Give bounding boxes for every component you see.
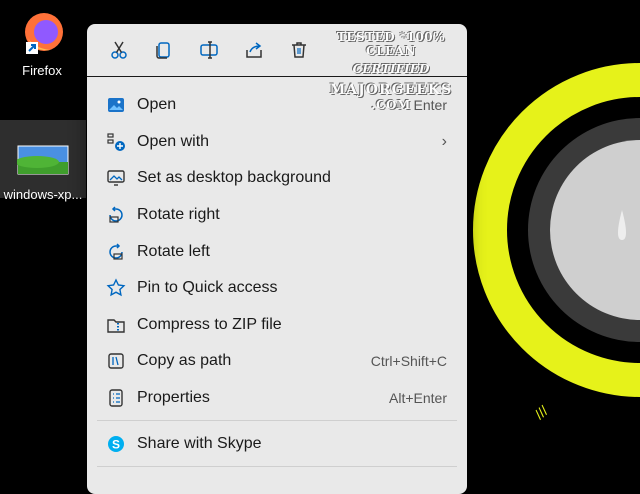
- star-icon: [106, 278, 126, 297]
- rotate-right-icon: [109, 206, 123, 223]
- menu-item-rotate-left[interactable]: Rotate left: [87, 233, 467, 270]
- properties-icon: [109, 389, 123, 407]
- menu-item-shortcut: Ctrl+Shift+C: [370, 353, 447, 370]
- menu-item-label: Pin to Quick access: [137, 279, 278, 297]
- menu-item-rotate-right[interactable]: Rotate right: [87, 197, 467, 234]
- image-file-icon: [15, 145, 69, 175]
- menu-item-label: Copy as path: [137, 352, 232, 370]
- menu-item-compress-zip[interactable]: Compress to ZIP file: [87, 307, 467, 344]
- copy-icon: [156, 42, 170, 59]
- menu-item-open-with[interactable]: Open with ›: [87, 124, 467, 161]
- delete-button[interactable]: [279, 30, 319, 70]
- menu-item-label: Properties: [137, 389, 210, 407]
- watermark-line: MAJORGEEKS: [329, 82, 453, 98]
- watermark: TESTED *100% CLEAN CERTIFIED MAJORGEEKS …: [322, 30, 460, 112]
- chevron-right-icon: ›: [441, 132, 447, 150]
- share-button[interactable]: [234, 30, 274, 70]
- menu-item-set-desktop-background[interactable]: Set as desktop background: [87, 160, 467, 197]
- menu-item-shortcut: Alt+Enter: [389, 390, 447, 407]
- menu-item-properties[interactable]: Properties Alt+Enter: [87, 380, 467, 417]
- rename-button[interactable]: [189, 30, 229, 70]
- desktop-icon-label: windows-xp...: [3, 187, 83, 202]
- desktop-icon-label: Firefox: [22, 63, 62, 78]
- menu-item-label: Share with Skype: [137, 434, 262, 452]
- menu-item-label: Rotate right: [137, 206, 220, 224]
- delete-icon: [292, 42, 306, 58]
- menu-item-label: Compress to ZIP file: [137, 315, 282, 333]
- copy-path-icon: [108, 353, 124, 370]
- watermark-line: CERTIFIED: [352, 62, 430, 76]
- share-icon: [246, 42, 262, 58]
- context-menu-items: Open Enter Open with › Set as desktop ba…: [87, 77, 467, 467]
- desktop-icon-firefox[interactable]: Firefox: [6, 8, 78, 78]
- menu-separator: [97, 420, 457, 422]
- rotate-left-icon: [109, 243, 123, 260]
- menu-item-label: Open with: [137, 132, 210, 150]
- menu-item-label: Rotate left: [137, 242, 210, 260]
- cut-icon: [111, 41, 127, 59]
- zip-icon: [107, 319, 125, 333]
- desktop-background-icon: [107, 170, 125, 187]
- desktop-icon-windows-xp[interactable]: windows-xp...: [0, 120, 86, 202]
- copy-button[interactable]: [144, 30, 184, 70]
- open-with-icon: [107, 133, 125, 151]
- menu-item-copy-as-path[interactable]: Copy as path Ctrl+Shift+C: [87, 343, 467, 380]
- watermark-line: .COM: [371, 98, 411, 112]
- menu-item-share-skype[interactable]: S Share with Skype: [87, 425, 467, 462]
- cut-button[interactable]: [99, 30, 139, 70]
- rename-icon: [200, 41, 218, 59]
- svg-text:S: S: [112, 437, 120, 451]
- skype-icon: S: [108, 435, 124, 452]
- watermark-line: TESTED *100% CLEAN: [336, 30, 446, 58]
- image-icon: [108, 98, 124, 113]
- menu-item-pin-quick-access[interactable]: Pin to Quick access: [87, 270, 467, 307]
- menu-separator: [97, 465, 457, 467]
- firefox-icon: [25, 13, 63, 54]
- menu-item-label: Set as desktop background: [137, 169, 331, 187]
